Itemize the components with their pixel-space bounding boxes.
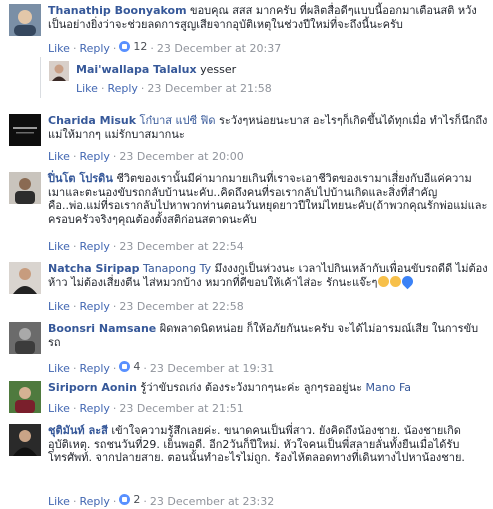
timestamp[interactable]: 23 December at 20:37 <box>157 42 281 55</box>
kiss-emoji-icon <box>378 275 390 287</box>
tagged-user[interactable]: โก๋บาส แปซี ฟิด <box>136 114 216 127</box>
tagged-user[interactable]: Mano Fa <box>366 381 412 394</box>
timestamp[interactable]: 23 December at 22:58 <box>119 300 243 313</box>
like-button[interactable]: Like <box>48 300 70 313</box>
timestamp[interactable]: 23 December at 22:54 <box>119 240 243 253</box>
comment-actions: Like · Reply · 4 · 23 December at 19:31 <box>48 360 275 375</box>
thumbs-up-icon <box>119 494 131 505</box>
reply-button[interactable]: Reply <box>79 300 109 313</box>
avatar[interactable] <box>9 322 41 354</box>
reply-thread-line <box>40 57 41 98</box>
avatar[interactable] <box>49 61 69 81</box>
commenter-name[interactable]: Mai'wallapa Talalux <box>76 63 197 76</box>
commenter-name[interactable]: Thanathip Boonyakom <box>48 4 187 17</box>
blue-heart-icon <box>400 273 416 289</box>
like-button[interactable]: Like <box>48 362 70 375</box>
like-button[interactable]: Like <box>48 240 70 253</box>
comment-actions: Like · Reply · 23 December at 22:58 <box>48 300 244 313</box>
reply-button[interactable]: Reply <box>79 240 109 253</box>
like-button[interactable]: Like <box>48 150 70 163</box>
tagged-user[interactable]: Tanapong Ty <box>140 262 211 275</box>
like-count[interactable]: 12 <box>119 40 147 53</box>
commenter-name[interactable]: Charida Misuk <box>48 114 136 127</box>
thumbs-up-icon <box>119 361 131 372</box>
comment-actions: Like · Reply · 2 · 23 December at 23:32 <box>48 493 275 508</box>
avatar[interactable] <box>9 262 41 294</box>
reply-button[interactable]: Reply <box>79 495 109 508</box>
comment-actions: Like · Reply · 23 December at 21:51 <box>48 402 244 415</box>
comment-text: ชีวิตของเรานั้นมีค่ามากมายเกินที่เราจะเอ… <box>48 172 488 226</box>
commenter-name[interactable]: Natcha Siripap <box>48 262 140 275</box>
like-count[interactable]: 4 <box>119 360 140 373</box>
comment-text: yesser <box>196 63 237 76</box>
comment-actions: Like · Reply · 23 December at 20:00 <box>48 150 244 163</box>
avatar[interactable] <box>9 381 41 413</box>
reply-button[interactable]: Reply <box>79 362 109 375</box>
thumbs-up-icon <box>119 41 131 52</box>
avatar[interactable] <box>9 4 41 36</box>
like-button[interactable]: Like <box>48 42 70 55</box>
commenter-name[interactable]: ชุติมันท์ ละสี <box>48 424 108 437</box>
comment-text: เข้าใจความรู้สึกเลยค่ะ. ขนาดคนเป็นพี่สาว… <box>48 424 465 464</box>
commenter-name[interactable]: Siriporn Aonin <box>48 381 137 394</box>
comment-actions: Like · Reply · 12 · 23 December at 20:37 <box>48 40 282 55</box>
timestamp[interactable]: 23 December at 21:51 <box>119 402 243 415</box>
reply-button[interactable]: Reply <box>79 150 109 163</box>
avatar[interactable] <box>9 114 41 146</box>
smile-emoji-icon <box>390 275 402 287</box>
avatar[interactable] <box>9 424 41 456</box>
reply-button[interactable]: Reply <box>79 402 109 415</box>
timestamp[interactable]: 23 December at 19:31 <box>150 362 274 375</box>
reply-button[interactable]: Reply <box>107 82 137 95</box>
comment-actions: Like · Reply · 23 December at 21:58 <box>76 82 272 95</box>
avatar[interactable] <box>9 172 41 204</box>
timestamp[interactable]: 23 December at 20:00 <box>119 150 243 163</box>
comment-actions: Like · Reply · 23 December at 22:54 <box>48 240 244 253</box>
commenter-name[interactable]: ปิ่นโต โปรดิน <box>48 172 113 185</box>
like-count[interactable]: 2 <box>119 493 140 506</box>
like-button[interactable]: Like <box>48 495 70 508</box>
timestamp[interactable]: 23 December at 23:32 <box>150 495 274 508</box>
like-button[interactable]: Like <box>76 82 98 95</box>
commenter-name[interactable]: Boonsri Namsane <box>48 322 156 335</box>
comment-text: รู้ว่าขับรถเก่ง ต้องระวังมากๆนะค่ะ ลูกๆร… <box>136 381 366 394</box>
timestamp[interactable]: 23 December at 21:58 <box>147 82 271 95</box>
like-button[interactable]: Like <box>48 402 70 415</box>
reply-button[interactable]: Reply <box>79 42 109 55</box>
